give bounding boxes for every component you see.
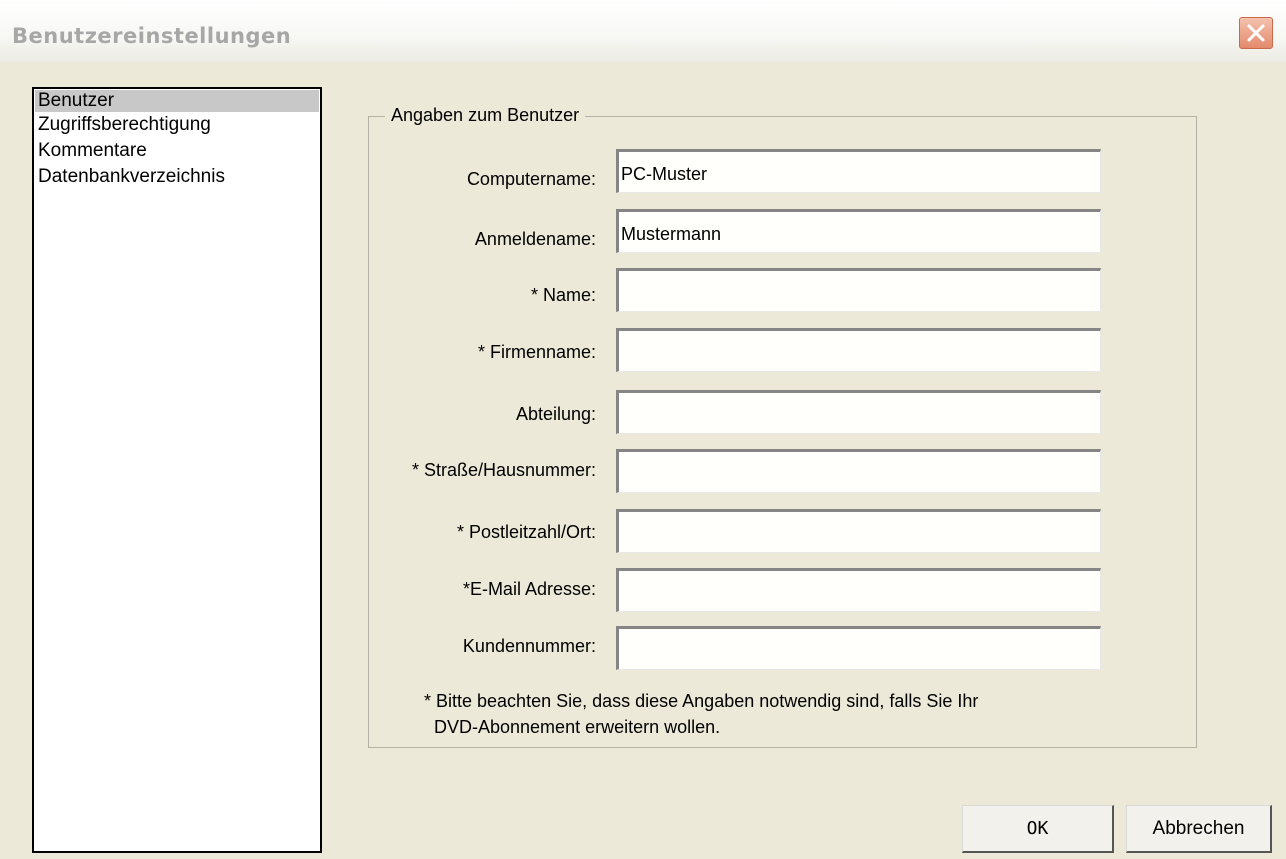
window-title: Benutzereinstellungen — [12, 24, 292, 48]
postleitzahl-ort-field[interactable] — [616, 509, 1101, 553]
name-label: * Name: — [530, 285, 596, 305]
firmenname-field[interactable] — [616, 328, 1101, 372]
strasse-hausnummer-field[interactable] — [616, 449, 1101, 493]
cancel-button[interactable]: Abbrechen — [1126, 805, 1272, 853]
nav-item-datenbankverzeichnis[interactable]: Datenbankverzeichnis — [35, 164, 319, 190]
kundennummer-field[interactable] — [616, 626, 1101, 670]
nav-item-label: Datenbankverzeichnis — [38, 166, 225, 187]
kundennummer-label: Kundennummer: — [462, 636, 596, 656]
anmeldename-field[interactable] — [616, 209, 1101, 253]
nav-item-label: Zugriffsberechtigung — [38, 114, 211, 135]
nav-item-label: Kommentare — [38, 140, 147, 161]
postleitzahl-ort-label: * Postleitzahl/Ort: — [456, 522, 596, 542]
close-icon — [1247, 24, 1265, 42]
email-label: *E-Mail Adresse: — [462, 579, 596, 599]
nav-item-kommentare[interactable]: Kommentare — [35, 138, 319, 164]
settings-category-list[interactable]: Benutzer Zugriffsberechtigung Kommentare… — [32, 87, 322, 853]
abteilung-field[interactable] — [616, 390, 1101, 434]
group-legend: Angaben zum Benutzer — [385, 104, 586, 126]
anmeldename-label: Anmeldename: — [474, 229, 596, 249]
email-field[interactable] — [616, 568, 1101, 612]
computername-field[interactable] — [616, 149, 1101, 193]
name-field[interactable] — [616, 268, 1101, 312]
nav-item-benutzer[interactable]: Benutzer — [35, 90, 319, 112]
required-fields-note: * Bitte beachten Sie, dass diese Angaben… — [424, 691, 979, 737]
ok-button[interactable]: OK — [962, 805, 1114, 853]
close-button[interactable] — [1239, 17, 1273, 49]
title-bar: Benutzereinstellungen — [0, 0, 1286, 62]
nav-item-zugriffsberechtigung[interactable]: Zugriffsberechtigung — [35, 112, 319, 138]
strasse-hausnummer-label: * Straße/Hausnummer: — [411, 460, 596, 480]
abteilung-label: Abteilung: — [515, 404, 596, 424]
computername-label: Computername: — [466, 169, 596, 189]
firmenname-label: * Firmenname: — [477, 342, 596, 362]
nav-item-label: Benutzer — [38, 90, 115, 111]
